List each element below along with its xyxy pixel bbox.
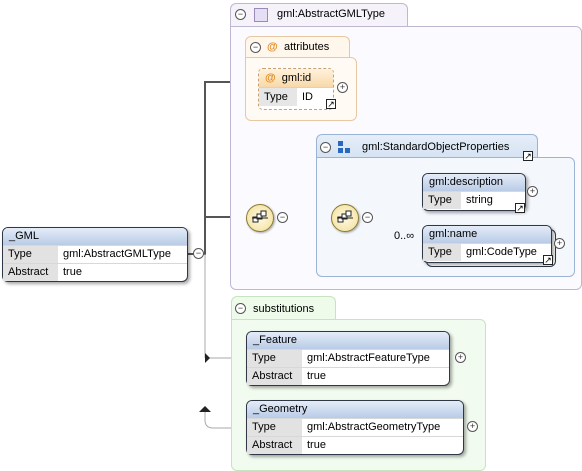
element-root-gml-name: _GML <box>3 228 187 245</box>
complex-type-icon <box>254 8 268 22</box>
element-gml-description[interactable]: gml:description Type string <box>422 173 526 211</box>
standard-props-link-arrow[interactable]: ↗ <box>523 151 533 161</box>
element-gml-name-name: gml:name <box>423 226 551 243</box>
geometry-expand-toggle[interactable]: + <box>467 421 478 432</box>
feature-abstract-value: true <box>307 370 326 382</box>
name-expand-toggle[interactable]: + <box>554 238 565 249</box>
feature-type-label: Type <box>247 350 302 367</box>
sequence-inner-collapse-toggle[interactable]: − <box>362 212 373 223</box>
name-type-value: gml:CodeType <box>466 246 537 258</box>
root-collapse-toggle[interactable]: − <box>193 248 204 259</box>
attributes-collapse-toggle[interactable]: − <box>250 42 261 53</box>
root-type-value: gml:AbstractGMLType <box>63 248 171 260</box>
standard-props-collapse-toggle[interactable]: − <box>320 142 331 153</box>
attribute-gml-id[interactable]: @ gml:id Type ID <box>258 68 334 110</box>
element-feature[interactable]: _Feature Type gml:AbstractFeatureType Ab… <box>246 331 450 386</box>
sequence-compositor-inner[interactable] <box>331 204 359 232</box>
attribute-type-label: Type <box>259 88 297 106</box>
description-type-label: Type <box>423 192 461 209</box>
feature-abstract-label: Abstract <box>247 368 302 385</box>
element-root-gml[interactable]: _GML Type gml:AbstractGMLType Abstract t… <box>2 227 188 282</box>
attribute-gml-id-expand-toggle[interactable]: + <box>337 82 348 93</box>
element-feature-name: _Feature <box>247 332 449 349</box>
sequence-compositor-outer[interactable] <box>246 204 274 232</box>
attribute-type-value: ID <box>302 91 313 103</box>
name-occurrence-label: 0..∞ <box>394 230 415 242</box>
sequence-icon <box>252 210 268 223</box>
attributes-title: attributes <box>284 41 330 53</box>
attribute-gml-id-name: gml:id <box>281 72 312 84</box>
substitutions-collapse-toggle[interactable]: − <box>235 303 246 314</box>
type-group-collapse-toggle[interactable]: − <box>235 9 246 20</box>
attribute-gml-id-header: @ gml:id <box>259 69 333 87</box>
sequence-outer-collapse-toggle[interactable]: − <box>277 212 288 223</box>
attribute-at-icon: @ <box>267 41 278 53</box>
element-geometry[interactable]: _Geometry Type gml:AbstractGeometryType … <box>246 400 464 455</box>
group-icon <box>338 141 352 154</box>
sequence-icon <box>337 210 353 223</box>
element-geometry-name: _Geometry <box>247 401 463 418</box>
substitutions-title: substitutions <box>253 303 315 315</box>
root-abstract-value: true <box>63 266 82 278</box>
description-link-arrow[interactable]: ↗ <box>515 203 525 213</box>
element-gml-description-name: gml:description <box>423 174 525 191</box>
description-type-value: string <box>466 194 493 206</box>
root-abstract-label: Abstract <box>3 264 58 281</box>
geometry-type-label: Type <box>247 419 302 436</box>
attribute-gml-id-link-arrow[interactable]: ↗ <box>326 99 336 109</box>
name-link-arrow[interactable]: ↗ <box>543 255 553 265</box>
element-gml-name[interactable]: gml:name Type gml:CodeType <box>422 225 552 263</box>
feature-expand-toggle[interactable]: + <box>455 352 466 363</box>
attribute-at-icon: @ <box>265 72 276 84</box>
type-group-title: gml:AbstractGMLType <box>277 8 385 20</box>
standard-props-title: gml:StandardObjectProperties <box>362 141 510 153</box>
description-expand-toggle[interactable]: + <box>527 186 538 197</box>
geometry-abstract-label: Abstract <box>247 437 302 454</box>
geometry-abstract-value: true <box>307 439 326 451</box>
geometry-type-value: gml:AbstractGeometryType <box>307 421 441 433</box>
name-type-label: Type <box>423 244 461 261</box>
feature-type-value: gml:AbstractFeatureType <box>307 352 430 364</box>
root-type-label: Type <box>3 246 58 263</box>
